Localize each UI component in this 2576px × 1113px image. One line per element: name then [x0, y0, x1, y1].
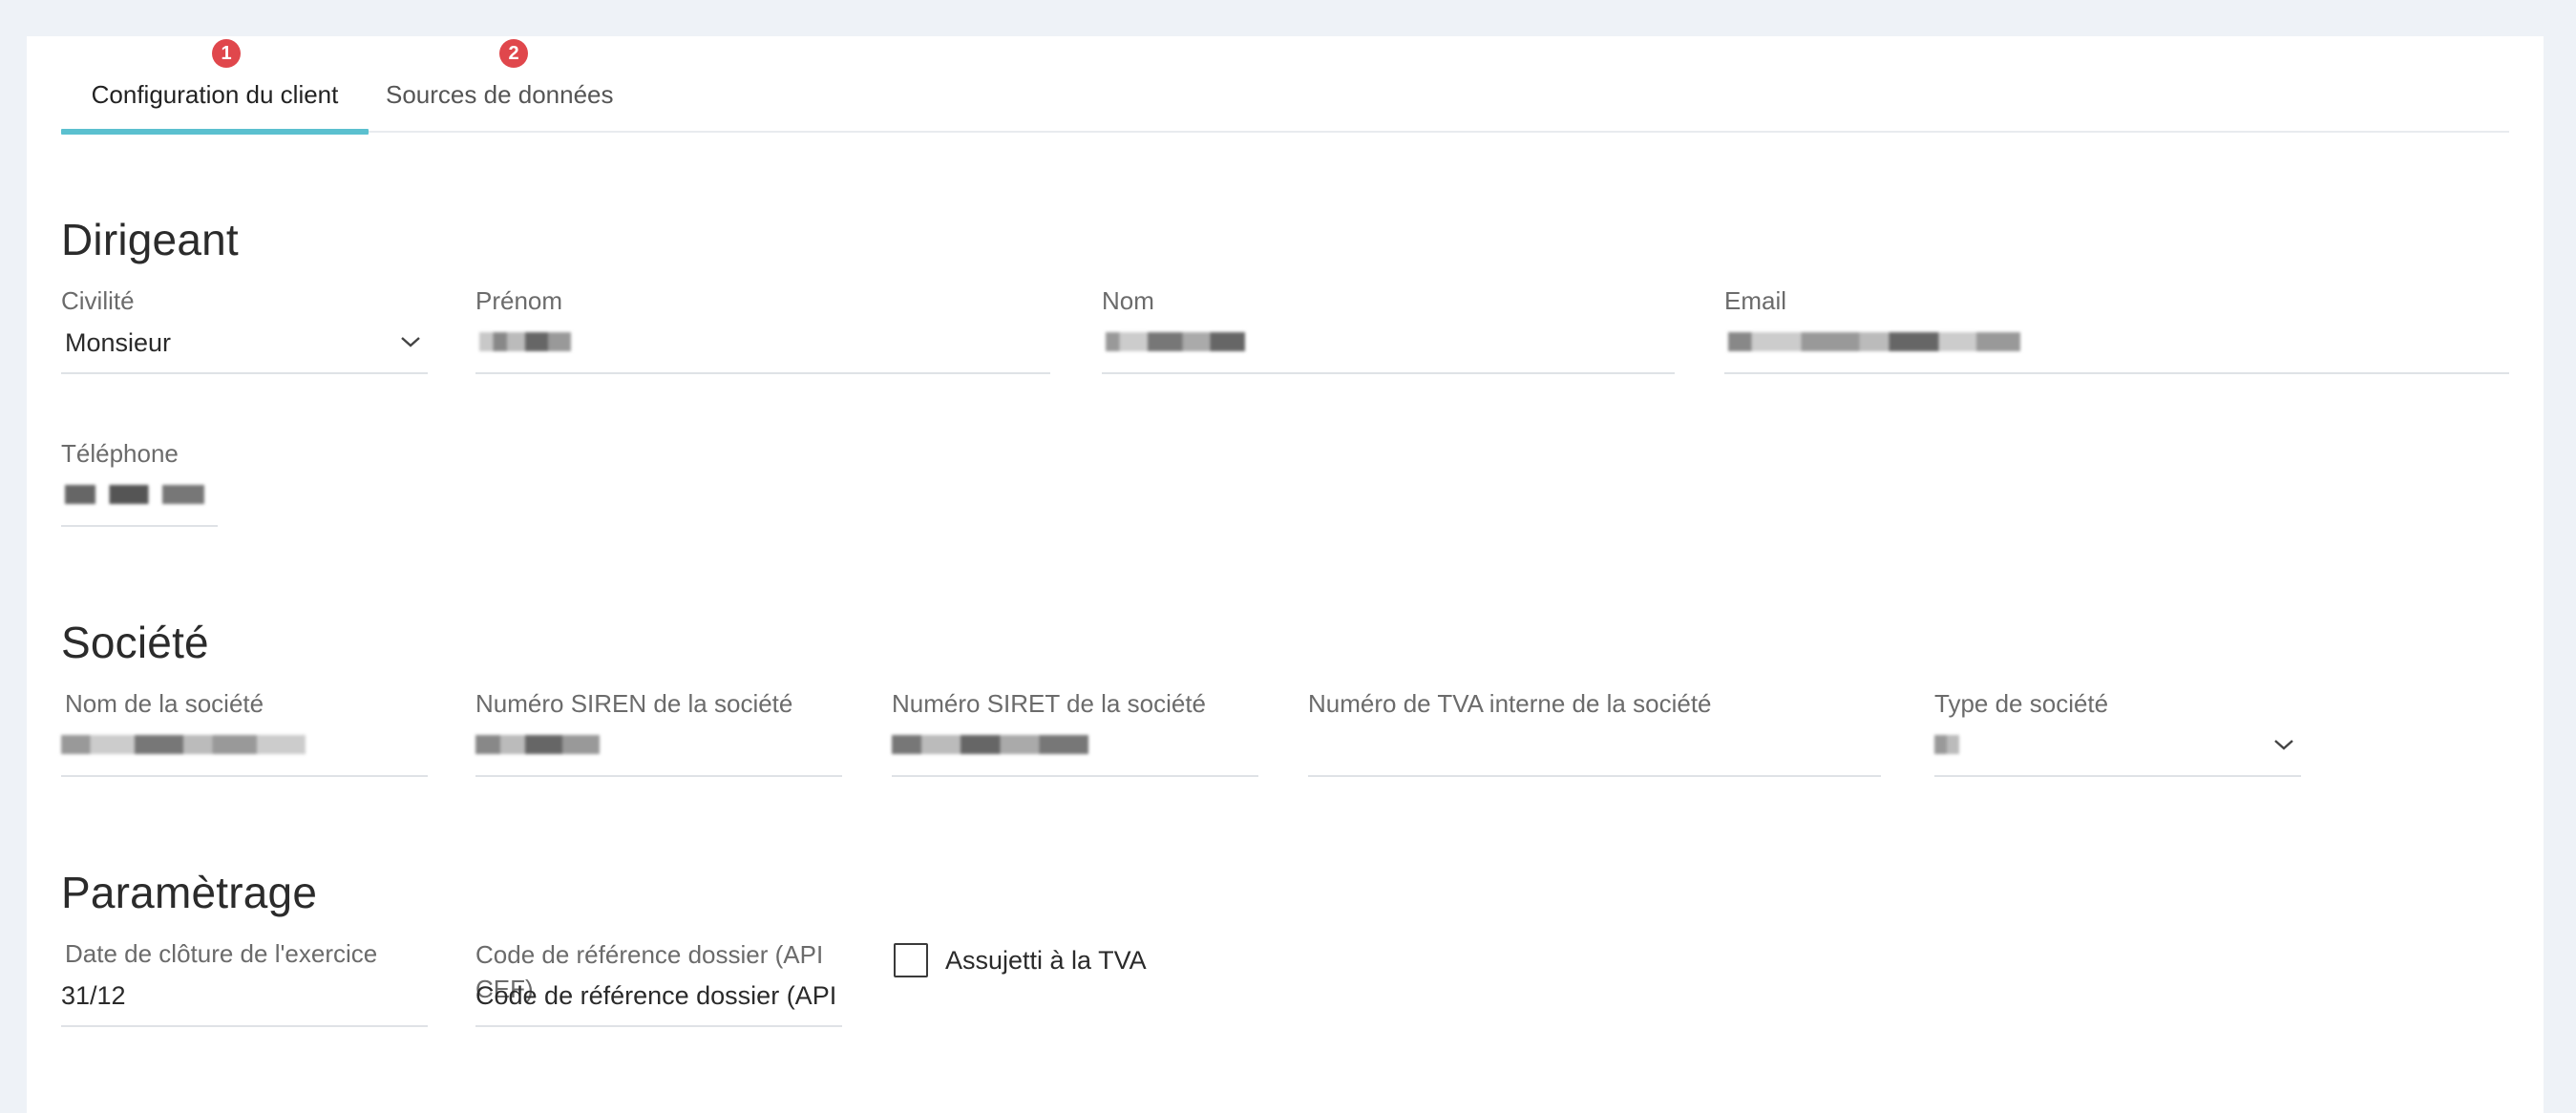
- nom-societe-value-redacted: [61, 731, 306, 761]
- active-tab-indicator: [61, 129, 369, 135]
- client-config-card: 1 Configuration du client 2 Sources de d…: [27, 36, 2544, 1113]
- siren-field[interactable]: Numéro SIREN de la société: [475, 689, 842, 781]
- siren-label: Numéro SIREN de la société: [475, 689, 793, 718]
- type-societe-select[interactable]: Type de société: [1934, 689, 2301, 781]
- tab-configuration-client[interactable]: 1 Configuration du client: [61, 36, 369, 135]
- nom-field[interactable]: Nom: [1102, 286, 1675, 378]
- civilite-value: Monsieur: [65, 328, 172, 357]
- civilite-select[interactable]: Civilité Monsieur: [61, 286, 428, 378]
- email-value-redacted: [1728, 328, 2020, 358]
- prenom-field[interactable]: Prénom: [475, 286, 1050, 378]
- date-cloture-value: 31/12: [61, 981, 126, 1010]
- tab-badge: 2: [499, 39, 528, 68]
- tva-interne-field[interactable]: Numéro de TVA interne de la société: [1308, 689, 1881, 781]
- nom-societe-field[interactable]: Nom de la société: [61, 689, 428, 781]
- nom-label: Nom: [1102, 286, 1154, 315]
- tab-bar: 1 Configuration du client 2 Sources de d…: [61, 36, 2509, 135]
- assujetti-tva-checkbox[interactable]: Assujetti à la TVA: [894, 943, 1147, 977]
- nom-value-redacted: [1106, 328, 1245, 358]
- nom-societe-label: Nom de la société: [65, 689, 264, 718]
- telephone-value-redacted: [65, 481, 204, 511]
- prenom-value-redacted: [479, 328, 571, 358]
- checkbox-box[interactable]: [894, 943, 928, 977]
- siret-value-redacted: [892, 731, 1088, 761]
- email-label: Email: [1724, 286, 1787, 315]
- section-title-dirigeant: Dirigeant: [61, 215, 239, 264]
- chevron-down-icon: [401, 337, 420, 347]
- tab-sources-donnees[interactable]: 2 Sources de données: [386, 36, 634, 133]
- email-field[interactable]: Email: [1724, 286, 2509, 378]
- assujetti-tva-label: Assujetti à la TVA: [945, 945, 1147, 975]
- type-societe-value-redacted: [1934, 731, 1959, 761]
- chevron-down-icon: [2274, 740, 2293, 750]
- siret-label: Numéro SIRET de la société: [892, 689, 1206, 718]
- telephone-label: Téléphone: [61, 439, 179, 468]
- siret-field[interactable]: Numéro SIRET de la société: [892, 689, 1258, 781]
- tva-interne-label: Numéro de TVA interne de la société: [1308, 689, 1712, 718]
- section-title-parametrage: Paramètrage: [61, 868, 318, 917]
- siren-value-redacted: [475, 731, 600, 761]
- section-title-societe: Société: [61, 618, 209, 667]
- code-reference-field[interactable]: Code de référence dossier (API CEF) Code…: [475, 939, 842, 1031]
- tab-label: Configuration du client: [91, 80, 339, 109]
- date-cloture-label: Date de clôture de l'exercice: [65, 939, 378, 968]
- code-reference-placeholder: Code de référence dossier (API C: [475, 981, 842, 1010]
- tab-label: Sources de données: [386, 80, 614, 109]
- tab-badge: 1: [212, 39, 241, 68]
- type-societe-label: Type de société: [1934, 689, 2109, 718]
- civilite-label: Civilité: [61, 286, 135, 315]
- telephone-field[interactable]: Téléphone: [61, 439, 218, 531]
- prenom-label: Prénom: [475, 286, 563, 315]
- date-cloture-field[interactable]: Date de clôture de l'exercice 31/12: [61, 939, 428, 1031]
